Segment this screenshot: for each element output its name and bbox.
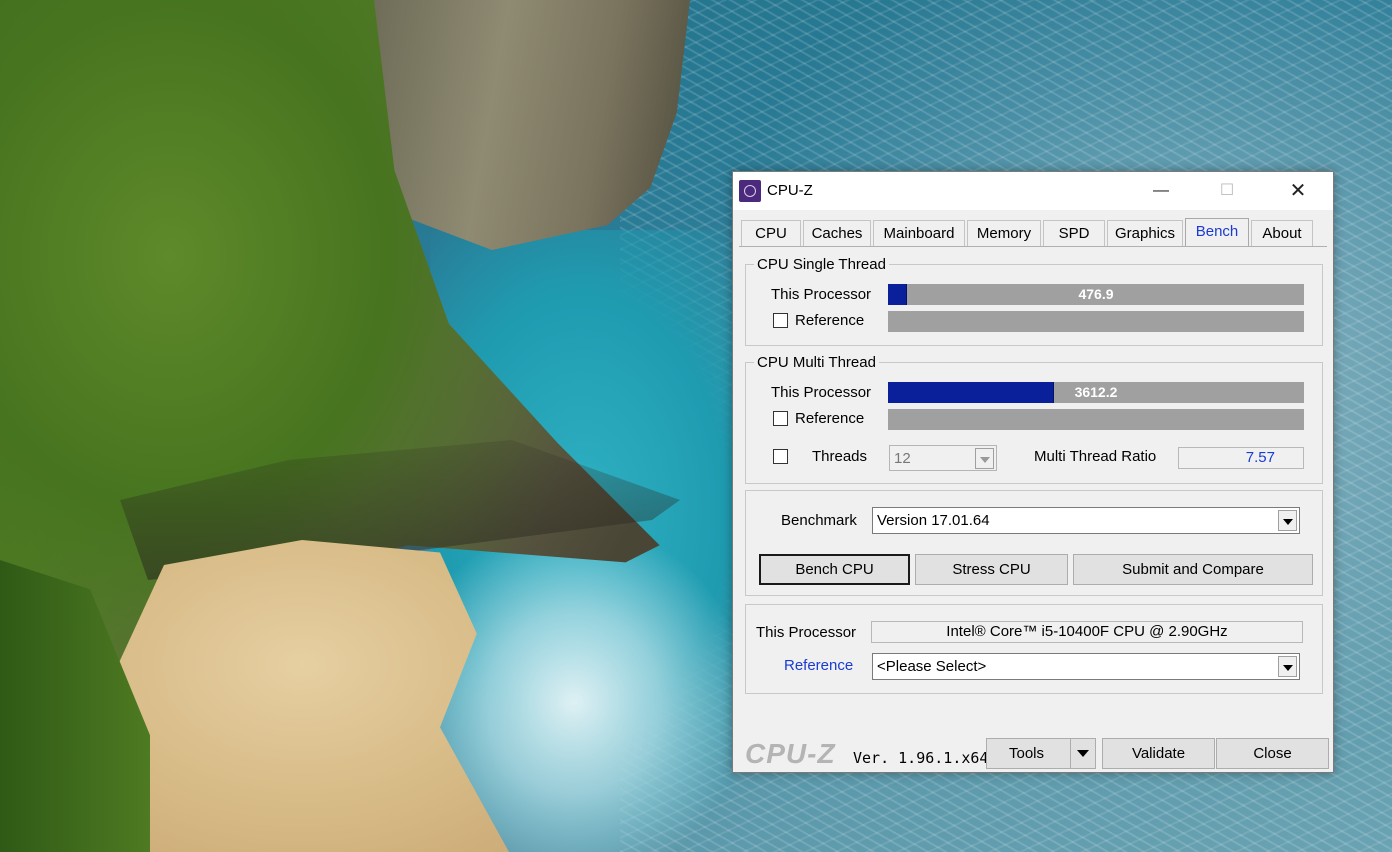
multi-thread-score-bar: 3612.2 [888, 382, 1304, 403]
multi-thread-score: 3612.2 [1074, 384, 1118, 400]
threads-select[interactable]: 12 [889, 445, 997, 471]
benchmark-label: Benchmark [781, 512, 857, 529]
tab-cpu[interactable]: CPU [741, 220, 801, 246]
benchmark-version-value: Version 17.01.64 [877, 512, 990, 529]
multi-thread-ratio-value: 7.57 [1178, 447, 1304, 469]
multi-thread-title: CPU Multi Thread [754, 354, 879, 371]
validate-button[interactable]: Validate [1102, 738, 1215, 769]
cpuz-window: CPU-Z — ☐ ✕ CPU Caches Mainboard Memory … [732, 171, 1334, 773]
version-text: Ver. 1.96.1.x64 [853, 749, 989, 767]
processor-this-label: This Processor [756, 624, 857, 641]
tools-dropdown-button[interactable] [1070, 738, 1096, 769]
single-thread-group: CPU Single Thread This Processor 476.9 R… [745, 256, 1323, 346]
maximize-button[interactable]: ☐ [1204, 172, 1250, 210]
single-thread-title: CPU Single Thread [754, 256, 889, 273]
multi-reference-checkbox[interactable] [773, 411, 788, 426]
chevron-down-icon [975, 448, 994, 469]
multi-thread-group: CPU Multi Thread This Processor 3612.2 R… [745, 354, 1323, 484]
multi-thread-ratio-label: Multi Thread Ratio [1034, 448, 1157, 465]
benchmark-group: Benchmark Version 17.01.64 Bench CPU Str… [745, 490, 1323, 596]
this-processor-name: Intel® Core™ i5-10400F CPU @ 2.90GHz [871, 621, 1303, 643]
multi-reference-label: Reference [795, 410, 865, 427]
single-reference-checkbox[interactable] [773, 313, 788, 328]
chevron-down-icon [1278, 510, 1297, 531]
stress-cpu-button[interactable]: Stress CPU [915, 554, 1068, 585]
reference-link[interactable]: Reference [784, 657, 853, 674]
single-this-processor-label: This Processor [771, 286, 872, 303]
tab-spd[interactable]: SPD [1043, 220, 1105, 246]
bench-cpu-button[interactable]: Bench CPU [759, 554, 910, 585]
reference-processor-select[interactable]: <Please Select> [872, 653, 1300, 680]
cpuz-logo: CPU-Z [745, 738, 836, 769]
multi-reference-bar [888, 409, 1304, 430]
submit-and-compare-button[interactable]: Submit and Compare [1073, 554, 1313, 585]
threads-label: Threads [812, 448, 868, 465]
single-reference-bar [888, 311, 1304, 332]
tab-caches[interactable]: Caches [803, 220, 871, 246]
threads-value: 12 [894, 450, 911, 467]
processor-group: This Processor Intel® Core™ i5-10400F CP… [745, 604, 1323, 694]
title-bar[interactable]: CPU-Z — ☐ ✕ [733, 172, 1333, 210]
close-window-button[interactable]: ✕ [1275, 172, 1321, 210]
tab-memory[interactable]: Memory [967, 220, 1041, 246]
tools-button[interactable]: Tools [986, 738, 1072, 769]
tab-about[interactable]: About [1251, 220, 1313, 246]
tab-divider [739, 246, 1327, 247]
chevron-down-icon [1278, 656, 1297, 677]
threads-checkbox[interactable] [773, 449, 788, 464]
tab-bench[interactable]: Bench [1185, 218, 1249, 247]
tab-strip: CPU Caches Mainboard Memory SPD Graphics… [741, 218, 1326, 247]
single-thread-score-bar: 476.9 [888, 284, 1304, 305]
single-reference-label: Reference [795, 312, 865, 329]
single-thread-score: 476.9 [1078, 286, 1114, 302]
reference-processor-value: <Please Select> [877, 658, 987, 675]
window-title: CPU-Z [767, 182, 813, 199]
tab-mainboard[interactable]: Mainboard [873, 220, 965, 246]
cpuz-app-icon [739, 180, 761, 202]
minimize-button[interactable]: — [1138, 172, 1184, 210]
benchmark-version-select[interactable]: Version 17.01.64 [872, 507, 1300, 534]
chevron-down-icon [1077, 750, 1089, 757]
multi-this-processor-label: This Processor [771, 384, 872, 401]
tab-graphics[interactable]: Graphics [1107, 220, 1183, 246]
close-button[interactable]: Close [1216, 738, 1329, 769]
